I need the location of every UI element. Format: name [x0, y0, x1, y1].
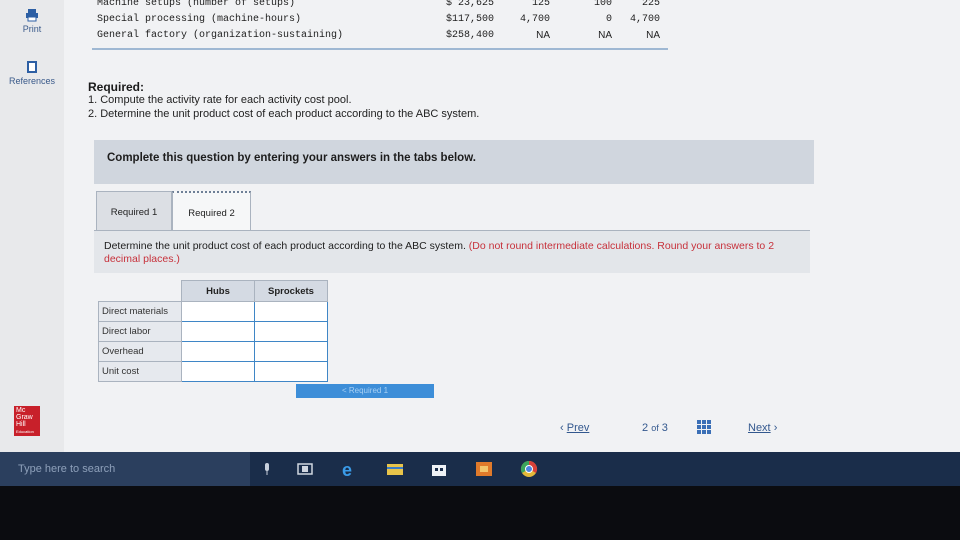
prev-button[interactable]: ‹ Prev — [560, 422, 589, 434]
sprockets-unit-cost-input[interactable] — [254, 361, 328, 382]
answer-table: Hubs Sprockets Direct materials Direct l… — [98, 280, 328, 382]
hubs-direct-labor-input[interactable] — [181, 321, 255, 342]
table-row: Overhead — [98, 341, 328, 362]
microphone-icon[interactable] — [258, 460, 276, 478]
office-app-icon[interactable] — [475, 460, 493, 478]
instructions-banner: Complete this question by entering your … — [94, 140, 814, 184]
required-item: 2. Determine the unit product cost of ea… — [88, 108, 480, 120]
references-icon — [27, 61, 37, 73]
row-label: Unit cost — [98, 361, 182, 382]
sprockets-direct-materials-input[interactable] — [254, 301, 328, 322]
chevron-right-icon: › — [773, 422, 778, 434]
chevron-left-icon: ‹ — [560, 422, 564, 434]
required-1-nav-button[interactable]: < Required 1 — [296, 384, 434, 398]
references-button[interactable]: References — [6, 60, 58, 86]
hubs-direct-materials-input[interactable] — [181, 301, 255, 322]
store-icon[interactable] — [430, 460, 448, 478]
svg-text:e: e — [342, 460, 352, 478]
page-indicator: 2 of 3 — [642, 422, 668, 434]
hubs-unit-cost-input[interactable] — [181, 361, 255, 382]
references-label: References — [8, 76, 56, 86]
sprockets-direct-labor-input[interactable] — [254, 321, 328, 342]
required-heading: Required: — [88, 80, 145, 94]
table-row: Direct materials — [98, 301, 328, 322]
table-row: Direct labor — [98, 321, 328, 342]
taskbar-search-input[interactable]: Type here to search — [0, 452, 250, 486]
divider — [92, 48, 668, 50]
print-label: Print — [22, 24, 42, 34]
edge-browser-icon[interactable]: e — [340, 460, 358, 478]
mcgraw-hill-logo: Mc Graw Hill Education — [14, 406, 40, 436]
file-explorer-icon[interactable] — [386, 460, 404, 478]
instruction-text: Determine the unit product cost of each … — [104, 240, 775, 265]
taskbar: Type here to search e — [0, 452, 960, 486]
sprockets-overhead-input[interactable] — [254, 341, 328, 362]
printer-icon — [26, 9, 38, 22]
row-label: Direct labor — [98, 321, 182, 342]
hubs-overhead-input[interactable] — [181, 341, 255, 362]
grid-icon[interactable] — [697, 420, 712, 435]
next-button[interactable]: Next › — [748, 422, 777, 434]
print-button[interactable]: Print — [6, 8, 58, 34]
tab-required-1[interactable]: Required 1 — [96, 191, 172, 231]
row-label: Overhead — [98, 341, 182, 362]
chrome-browser-icon[interactable] — [520, 460, 538, 478]
table-row: Unit cost — [98, 361, 328, 382]
required-item: 1. Compute the activity rate for each ac… — [88, 94, 352, 106]
row-label: Direct materials — [98, 301, 182, 322]
column-header-sprockets: Sprockets — [254, 280, 328, 302]
column-header-hubs: Hubs — [181, 280, 255, 302]
task-view-icon[interactable] — [296, 460, 314, 478]
assignment-screen: Print References Mc Graw Hill Education Ma… — [0, 0, 960, 452]
tab-required-2[interactable]: Required 2 — [172, 191, 251, 231]
sidebar: Print References Mc Graw Hill Education — [0, 0, 64, 452]
